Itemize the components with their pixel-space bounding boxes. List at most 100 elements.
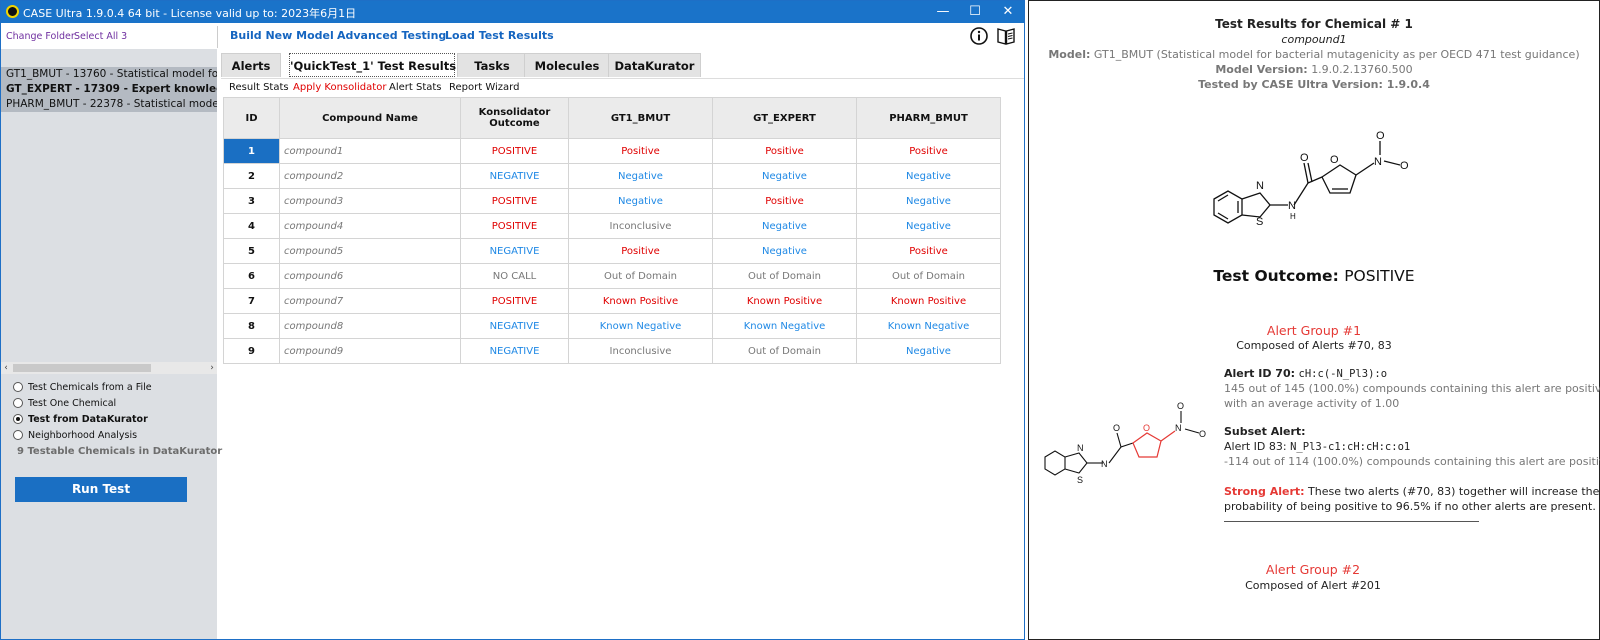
column-header[interactable]: Compound Name xyxy=(279,97,461,139)
result-cell[interactable]: Negative xyxy=(712,213,857,239)
info-icon[interactable] xyxy=(969,26,989,46)
result-cell[interactable]: Negative xyxy=(712,163,857,189)
result-cell[interactable]: Out of Domain xyxy=(712,263,857,289)
table-row[interactable]: 5 compound5 NEGATIVE Positive Negative Positi… xyxy=(223,238,1001,264)
row-id-cell[interactable]: 8 xyxy=(223,313,280,339)
table-row[interactable]: 7 compound7 POSITIVE Known Positive Known Po… xyxy=(223,288,1001,314)
result-cell[interactable]: Inconclusive xyxy=(568,213,713,239)
column-header[interactable]: GT1_BMUT xyxy=(568,97,713,139)
subtab-alert-stats[interactable]: Alert Stats xyxy=(389,82,442,93)
result-cell[interactable]: Positive xyxy=(568,238,713,264)
minimize-button[interactable]: — xyxy=(926,1,960,23)
result-cell[interactable]: Inconclusive xyxy=(568,338,713,364)
result-cell[interactable]: Negative xyxy=(856,188,1001,214)
table-row[interactable]: 8 compound8 NEGATIVE Known Negative Known Ne… xyxy=(223,313,1001,339)
radio-test-one-chemical[interactable]: Test One Chemical xyxy=(13,395,152,411)
result-cell[interactable]: Negative xyxy=(856,213,1001,239)
compound-name-cell[interactable]: compound9 xyxy=(279,338,461,364)
tab-datakurator[interactable]: DataKurator xyxy=(608,53,701,77)
row-id-cell[interactable]: 5 xyxy=(223,238,280,264)
horizontal-scrollbar[interactable]: ‹ › xyxy=(1,362,217,374)
result-cell[interactable]: Positive xyxy=(712,188,857,214)
compound-name-cell[interactable]: compound8 xyxy=(279,313,461,339)
result-cell[interactable]: Positive xyxy=(856,138,1001,164)
result-cell[interactable]: NEGATIVE xyxy=(460,313,569,339)
compound-name-cell[interactable]: compound3 xyxy=(279,188,461,214)
table-row[interactable]: 9 compound9 NEGATIVE Inconclusive Out of Dom… xyxy=(223,338,1001,364)
radio-test-from-file[interactable]: Test Chemicals from a File xyxy=(13,379,152,395)
radio-neighborhood-analysis[interactable]: Neighborhood Analysis xyxy=(13,427,152,443)
close-button[interactable]: ✕ xyxy=(991,1,1024,23)
manual-book-icon[interactable] xyxy=(996,26,1016,46)
result-cell[interactable]: Out of Domain xyxy=(568,263,713,289)
result-cell[interactable]: Negative xyxy=(712,238,857,264)
result-cell[interactable]: Known Negative xyxy=(568,313,713,339)
compound-name-cell[interactable]: compound7 xyxy=(279,288,461,314)
scroll-right-icon[interactable]: › xyxy=(207,362,217,374)
radio-icon[interactable] xyxy=(13,382,23,392)
result-cell[interactable]: NEGATIVE xyxy=(460,163,569,189)
compound-name-cell[interactable]: compound5 xyxy=(279,238,461,264)
result-cell[interactable]: Negative xyxy=(568,163,713,189)
compound-name-cell[interactable]: compound1 xyxy=(279,138,461,164)
model-item[interactable]: GT_EXPERT - 17309 - Expert knowledge-bas… xyxy=(1,82,217,97)
result-cell[interactable]: Known Negative xyxy=(712,313,857,339)
run-test-button[interactable]: Run Test xyxy=(15,477,187,502)
result-cell[interactable]: Known Positive xyxy=(568,288,713,314)
row-id-cell[interactable]: 3 xyxy=(223,188,280,214)
tab-quicktest-results[interactable]: 'QuickTest_1' Test Results xyxy=(289,53,456,77)
result-cell[interactable]: POSITIVE xyxy=(460,138,569,164)
table-row[interactable]: 6 compound6 NO CALL Out of Domain Out of Dom… xyxy=(223,263,1001,289)
result-cell[interactable]: NO CALL xyxy=(460,263,569,289)
row-id-cell[interactable]: 7 xyxy=(223,288,280,314)
column-header[interactable]: ID xyxy=(223,97,280,139)
result-cell[interactable]: Negative xyxy=(856,338,1001,364)
radio-checked-icon[interactable] xyxy=(13,414,23,424)
radio-icon[interactable] xyxy=(13,398,23,408)
row-id-cell[interactable]: 9 xyxy=(223,338,280,364)
table-row[interactable]: 2 compound2 NEGATIVE Negative Negative Negati… xyxy=(223,163,1001,189)
load-test-results-button[interactable]: Load Test Results xyxy=(445,29,554,42)
radio-test-from-datakurator[interactable]: Test from DataKurator xyxy=(13,411,152,427)
result-cell[interactable]: Positive xyxy=(856,238,1001,264)
subtab-result-stats[interactable]: Result Stats xyxy=(229,82,289,93)
model-item[interactable]: GT1_BMUT - 13760 - Statistical model for… xyxy=(1,67,217,82)
result-cell[interactable]: Known Negative xyxy=(856,313,1001,339)
compound-name-cell[interactable]: compound2 xyxy=(279,163,461,189)
column-header[interactable]: Konsolidator Outcome xyxy=(460,97,569,139)
result-cell[interactable]: Out of Domain xyxy=(712,338,857,364)
result-cell[interactable]: Positive xyxy=(712,138,857,164)
result-cell[interactable]: POSITIVE xyxy=(460,188,569,214)
result-cell[interactable]: Negative xyxy=(856,163,1001,189)
model-item[interactable]: PHARM_BMUT - 22378 - Statistical model f… xyxy=(1,97,217,112)
row-id-cell[interactable]: 2 xyxy=(223,163,280,189)
tab-tasks[interactable]: Tasks xyxy=(457,53,527,77)
result-cell[interactable]: POSITIVE xyxy=(460,288,569,314)
subtab-report-wizard[interactable]: Report Wizard xyxy=(449,82,519,93)
row-id-cell[interactable]: 1 xyxy=(223,138,280,164)
result-cell[interactable]: Known Positive xyxy=(856,288,1001,314)
subtab-apply-konsolidator[interactable]: Apply Konsolidator xyxy=(293,82,386,93)
build-new-model-button[interactable]: Build New Model xyxy=(230,29,334,42)
row-id-cell[interactable]: 6 xyxy=(223,263,280,289)
table-row[interactable]: 4 compound4 POSITIVE Inconclusive Negative Ne… xyxy=(223,213,1001,239)
result-cell[interactable]: POSITIVE xyxy=(460,213,569,239)
result-cell[interactable]: Negative xyxy=(568,188,713,214)
column-header[interactable]: PHARM_BMUT xyxy=(856,97,1001,139)
advanced-testing-button[interactable]: Advanced Testing xyxy=(337,29,446,42)
table-row[interactable]: 1 compound1 POSITIVE Positive Positive Positi… xyxy=(223,138,1001,164)
table-row[interactable]: 3 compound3 POSITIVE Negative Positive Negati… xyxy=(223,188,1001,214)
scrollbar-thumb[interactable] xyxy=(13,364,151,372)
result-cell[interactable]: Positive xyxy=(568,138,713,164)
column-header[interactable]: GT_EXPERT xyxy=(712,97,857,139)
row-id-cell[interactable]: 4 xyxy=(223,213,280,239)
compound-name-cell[interactable]: compound4 xyxy=(279,213,461,239)
maximize-button[interactable]: ☐ xyxy=(958,1,992,23)
radio-icon[interactable] xyxy=(13,430,23,440)
result-cell[interactable]: NEGATIVE xyxy=(460,238,569,264)
select-all-link[interactable]: Select All 3 xyxy=(74,31,127,42)
tab-alerts[interactable]: Alerts xyxy=(221,53,281,77)
result-cell[interactable]: Out of Domain xyxy=(856,263,1001,289)
result-cell[interactable]: Known Positive xyxy=(712,288,857,314)
tab-molecules[interactable]: Molecules xyxy=(524,53,610,77)
